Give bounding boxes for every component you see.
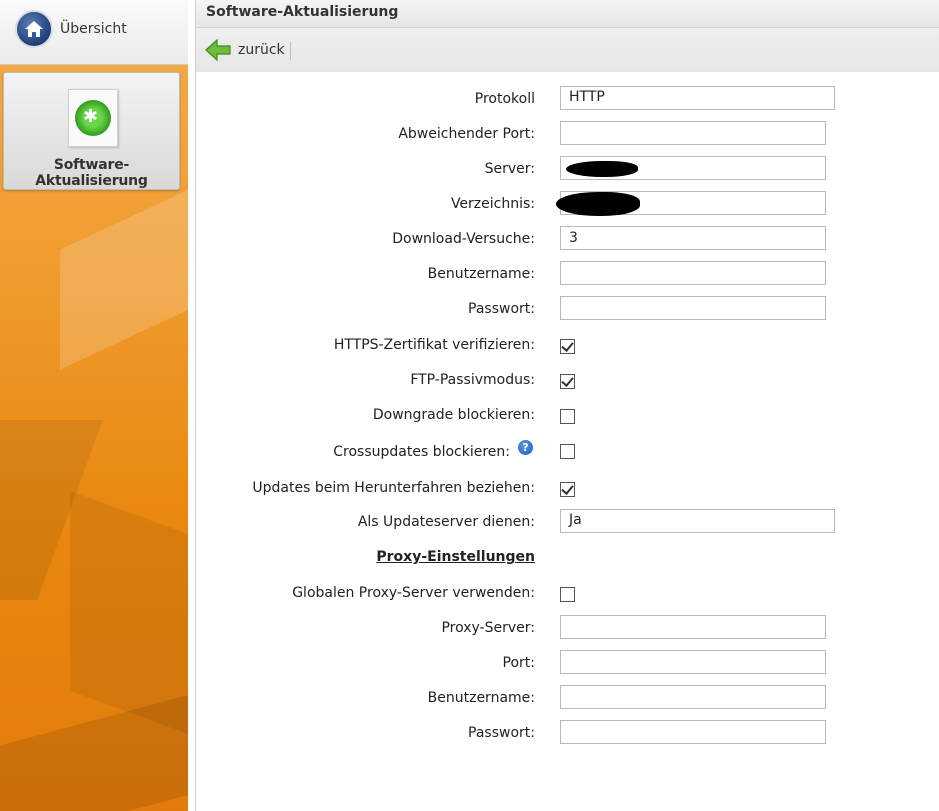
software-update-tile-label: Software-Aktualisierung xyxy=(35,157,148,189)
proxy-server-label: Proxy-Server: xyxy=(441,620,535,636)
sidebar-decoration xyxy=(0,694,188,811)
proxy-server-input[interactable] xyxy=(560,615,826,639)
toolbar: zurück xyxy=(196,28,939,72)
https-verify-checkbox[interactable] xyxy=(560,339,575,354)
https-verify-label: HTTPS-Zertifikat verifizieren: xyxy=(333,337,535,353)
download-versuche-input[interactable] xyxy=(560,226,826,250)
download-versuche-label: Download-Versuche: xyxy=(392,231,535,247)
ftp-passive-checkbox[interactable] xyxy=(560,374,575,389)
updateserver-select[interactable]: Ja xyxy=(560,509,835,533)
abweichender-port-label: Abweichender Port: xyxy=(398,126,535,142)
global-proxy-checkbox[interactable] xyxy=(560,587,575,602)
benutzername-label: Benutzername: xyxy=(427,266,535,282)
overview-label[interactable]: Übersicht xyxy=(60,21,127,37)
proxy-heading: Proxy-Einstellungen xyxy=(376,549,535,565)
ftp-passive-label: FTP-Passivmodus: xyxy=(410,372,535,388)
back-button[interactable]: zurück xyxy=(204,38,285,62)
page-title: Software-Aktualisierung xyxy=(206,4,399,20)
checkmark-icon xyxy=(561,482,574,495)
global-proxy-label: Globalen Proxy-Server verwenden: xyxy=(292,585,535,601)
passwort-input[interactable] xyxy=(560,296,826,320)
passwort-label: Passwort: xyxy=(468,301,535,317)
checkmark-icon xyxy=(561,339,574,352)
crossupdates-label: Crossupdates blockieren: xyxy=(333,444,510,460)
software-update-tile[interactable]: ✱ Software-Aktualisierung xyxy=(3,72,180,190)
updates-shutdown-checkbox[interactable] xyxy=(560,482,575,497)
server-label: Server: xyxy=(484,161,535,177)
proxy-port-label: Port: xyxy=(502,655,535,671)
help-icon[interactable]: ? xyxy=(518,440,533,455)
updateserver-label: Als Updateserver dienen: xyxy=(357,514,535,530)
toolbar-divider xyxy=(290,42,291,60)
sidebar-decoration xyxy=(60,170,188,370)
updates-shutdown-label: Updates beim Herunterfahren beziehen: xyxy=(252,480,535,496)
proxy-benutzername-label: Benutzername: xyxy=(427,690,535,706)
title-bar: Software-Aktualisierung xyxy=(196,0,939,28)
benutzername-input[interactable] xyxy=(560,261,826,285)
overview-link[interactable]: Übersicht xyxy=(0,0,188,65)
checkmark-icon xyxy=(561,374,574,387)
software-update-icon: ✱ xyxy=(68,89,118,147)
proxy-benutzername-input[interactable] xyxy=(560,685,826,709)
main-panel: Software-Aktualisierung zurück Protokoll… xyxy=(195,0,939,811)
downgrade-label: Downgrade blockieren: xyxy=(372,407,535,423)
proxy-passwort-label: Passwort: xyxy=(468,725,535,741)
proxy-passwort-input[interactable] xyxy=(560,720,826,744)
verzeichnis-label: Verzeichnis: xyxy=(450,196,535,212)
abweichender-port-input[interactable] xyxy=(560,121,826,145)
downgrade-checkbox[interactable] xyxy=(560,409,575,424)
back-label[interactable]: zurück xyxy=(238,42,285,58)
home-icon[interactable] xyxy=(15,10,53,48)
crossupdates-checkbox[interactable] xyxy=(560,444,575,459)
back-arrow-icon[interactable] xyxy=(204,38,232,62)
protokoll-label: Protokoll xyxy=(474,91,535,107)
proxy-port-input[interactable] xyxy=(560,650,826,674)
sidebar: Übersicht ✱ Software-Aktualisierung xyxy=(0,0,188,811)
protokoll-select[interactable]: HTTP xyxy=(560,86,835,110)
redaction xyxy=(556,192,640,216)
redaction xyxy=(566,161,638,177)
